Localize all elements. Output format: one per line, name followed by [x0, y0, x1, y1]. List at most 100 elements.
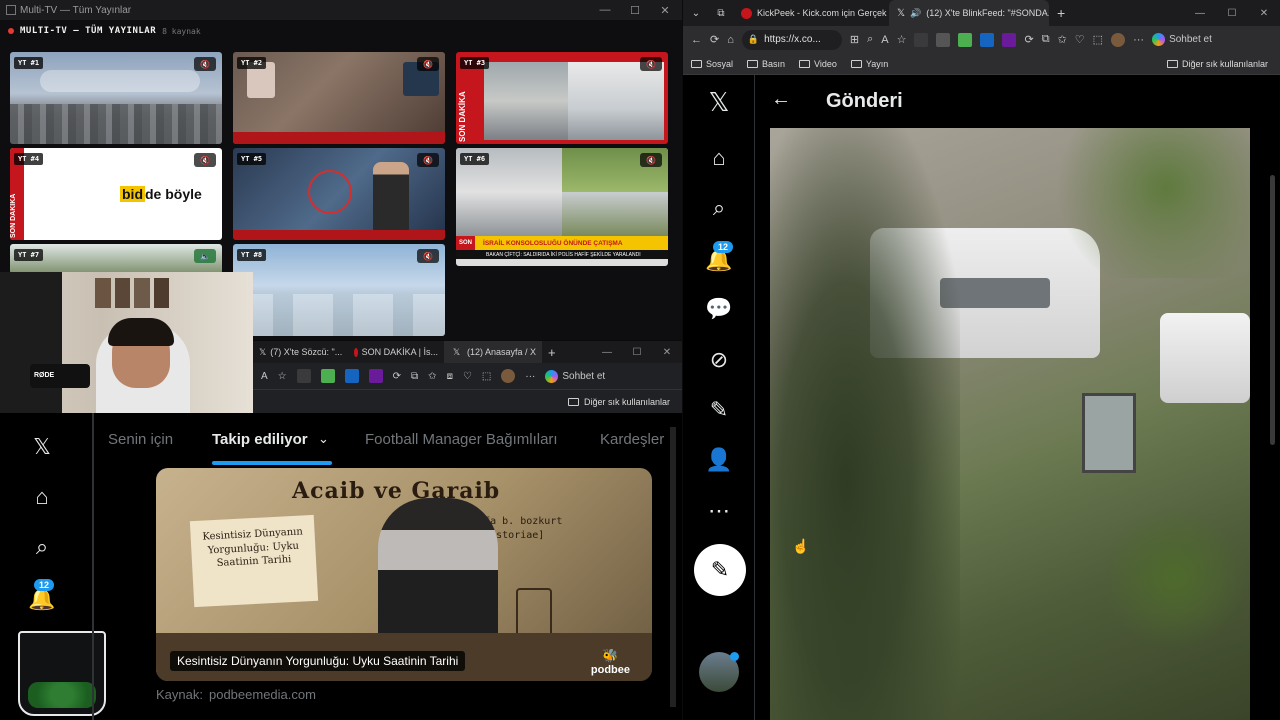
profile-avatar[interactable]: [1111, 32, 1126, 47]
mute-icon[interactable]: 🔇: [640, 57, 662, 71]
bookmark-basin[interactable]: Basın: [747, 59, 785, 69]
bookmark-sosyal[interactable]: Sosyal: [691, 59, 733, 69]
card-source[interactable]: Kaynak: podbeemedia.com: [156, 687, 316, 702]
grok-icon[interactable]: ⊘: [703, 344, 735, 376]
scrollbar[interactable]: [670, 427, 676, 707]
close-icon[interactable]: ✕: [1248, 8, 1280, 19]
new-tab-icon[interactable]: +: [1057, 5, 1065, 21]
copilot-button[interactable]: Sohbet et: [1152, 33, 1212, 46]
search-icon[interactable]: ⌕: [703, 192, 735, 224]
favorite-star-icon[interactable]: ☆: [897, 33, 907, 46]
close-icon[interactable]: ✕: [650, 0, 680, 20]
tab-actions-icon[interactable]: ⌄: [683, 8, 709, 19]
compose-post-button[interactable]: ✎: [694, 544, 746, 596]
read-aloud-icon[interactable]: A: [881, 34, 888, 46]
tab-kardesler[interactable]: Kardeşler: [600, 431, 664, 448]
screenshot-icon[interactable]: ⬚: [482, 371, 491, 382]
profile-icon[interactable]: 👤: [703, 444, 735, 476]
minimize-icon[interactable]: —: [1184, 8, 1216, 19]
lists-icon[interactable]: ✎: [703, 394, 735, 426]
heart-icon[interactable]: ♡: [463, 371, 472, 382]
tab-for-you[interactable]: Senin için: [108, 431, 173, 448]
audio-icon[interactable]: 🔊: [910, 8, 921, 19]
refresh-icon[interactable]: ⟳: [710, 33, 719, 46]
copilot-button[interactable]: Sohbet et: [545, 369, 605, 383]
mute-icon[interactable]: 🔇: [194, 153, 216, 167]
zoom-icon[interactable]: ⌕: [867, 33, 873, 46]
maximize-icon[interactable]: ☐: [620, 0, 650, 20]
home-icon[interactable]: ⌂: [26, 481, 58, 513]
home-icon[interactable]: ⌂: [703, 142, 735, 174]
x-logo-icon[interactable]: 𝕏: [703, 86, 735, 118]
tab-son-dakika[interactable]: SON DAKİKA | İs...: [348, 341, 444, 363]
stream-tile-6[interactable]: SON İSRAİL KONSOLOSLUĞU ÖNÜNDE ÇATIŞMA B…: [456, 148, 668, 266]
stream-tile-1[interactable]: YT #1 🔇: [10, 52, 222, 144]
maximize-icon[interactable]: ☐: [1216, 8, 1248, 19]
workspaces-icon[interactable]: ⧉: [709, 8, 733, 19]
mute-icon[interactable]: 🔇: [417, 57, 439, 71]
mute-icon[interactable]: 🔈: [194, 249, 216, 263]
split-view-icon[interactable]: ⧉: [1042, 33, 1050, 46]
home-icon[interactable]: ⌂: [727, 34, 734, 46]
maximize-icon[interactable]: ☐: [622, 347, 652, 358]
mute-icon[interactable]: 🔇: [417, 249, 439, 263]
app-available-icon[interactable]: ⊞: [850, 33, 859, 46]
stream-tile-7[interactable]: YT #7 🔈: [10, 244, 222, 274]
more-icon[interactable]: ···: [1133, 34, 1144, 46]
bookmark-other[interactable]: Diğer sık kullanılanlar: [584, 397, 670, 407]
collections-icon[interactable]: ⧈: [447, 371, 453, 382]
tab-blinkfeed[interactable]: 𝕏 🔊 (12) X'te BlinkFeed: "#SONDA... ✕: [889, 0, 1049, 26]
chevron-down-icon[interactable]: ⌄: [318, 431, 329, 447]
minimize-icon[interactable]: —: [590, 0, 620, 20]
profile-avatar[interactable]: [501, 369, 516, 383]
stream-tile-3[interactable]: SON DAKİKA YT #3 🔇: [456, 52, 668, 144]
sync-icon[interactable]: ⟳: [1024, 33, 1033, 46]
more-icon[interactable]: ⋯: [703, 495, 735, 527]
stream-tile-4[interactable]: SON DAKİKA bid de böyle YT #4 🔇: [10, 148, 222, 240]
extension-icon[interactable]: [368, 369, 383, 383]
extension-icon[interactable]: [980, 32, 995, 47]
back-arrow-icon[interactable]: ←: [771, 88, 791, 111]
extension-icon[interactable]: [344, 369, 359, 383]
extension-icon[interactable]: [958, 32, 973, 47]
more-icon[interactable]: ···: [525, 371, 535, 382]
back-icon[interactable]: ←: [691, 34, 702, 46]
minimize-icon[interactable]: —: [592, 347, 622, 358]
favorites-icon[interactable]: ✩: [428, 371, 436, 382]
heart-icon[interactable]: ♡: [1075, 33, 1085, 46]
search-icon[interactable]: ⌕: [26, 531, 58, 563]
read-aloud-icon[interactable]: A: [261, 371, 268, 382]
favorites-icon[interactable]: ✩: [1058, 33, 1067, 46]
address-bar[interactable]: 🔒 https://x.co...: [741, 29, 842, 50]
tab-sozcu[interactable]: 𝕏 (7) X'te Sözcü: "...: [253, 341, 348, 363]
extension-icon[interactable]: [296, 369, 311, 383]
refresh-icon[interactable]: ⟳: [393, 371, 401, 382]
scrollbar[interactable]: [1270, 175, 1275, 445]
stream-tile-8[interactable]: YT #8 🔇: [233, 244, 445, 336]
tab-football-manager[interactable]: Football Manager Bağımlıları: [365, 431, 558, 448]
screenshot-icon[interactable]: ⬚: [1093, 33, 1103, 46]
close-icon[interactable]: ✕: [652, 347, 682, 358]
mute-icon[interactable]: 🔇: [417, 153, 439, 167]
new-tab-icon[interactable]: +: [548, 345, 556, 360]
mute-icon[interactable]: 🔇: [640, 153, 662, 167]
extension-icon[interactable]: [320, 369, 335, 383]
extension-icon[interactable]: [914, 32, 929, 47]
bookmark-other[interactable]: Diğer sık kullanılanlar: [1166, 59, 1280, 69]
stream-tile-5[interactable]: YT #5 🔇: [233, 148, 445, 240]
extension-icon[interactable]: [936, 32, 951, 47]
x-logo-icon[interactable]: 𝕏: [26, 431, 58, 463]
post-video[interactable]: ☝: [770, 128, 1250, 720]
tab-anasayfa[interactable]: 𝕏 (12) Anasayfa / X: [444, 341, 542, 363]
tab-kickpeek[interactable]: KickPeek - Kick.com için Gerçek Za...: [733, 0, 889, 26]
tab-following[interactable]: Takip ediliyor: [212, 431, 308, 448]
podcast-card[interactable]: Acaib ve Garaib mustafa b. bozkurt [lex …: [156, 468, 652, 681]
split-view-icon[interactable]: ⧉: [411, 371, 418, 382]
bookmark-yayin[interactable]: Yayın: [850, 59, 888, 69]
extension-icon[interactable]: [1002, 32, 1017, 47]
bookmark-video[interactable]: Video: [799, 59, 837, 69]
stream-tile-2[interactable]: YT #2 🔇: [233, 52, 445, 144]
messages-icon[interactable]: 💬: [703, 293, 735, 325]
favorite-star-icon[interactable]: ☆: [278, 371, 287, 382]
mute-icon[interactable]: 🔇: [194, 57, 216, 71]
